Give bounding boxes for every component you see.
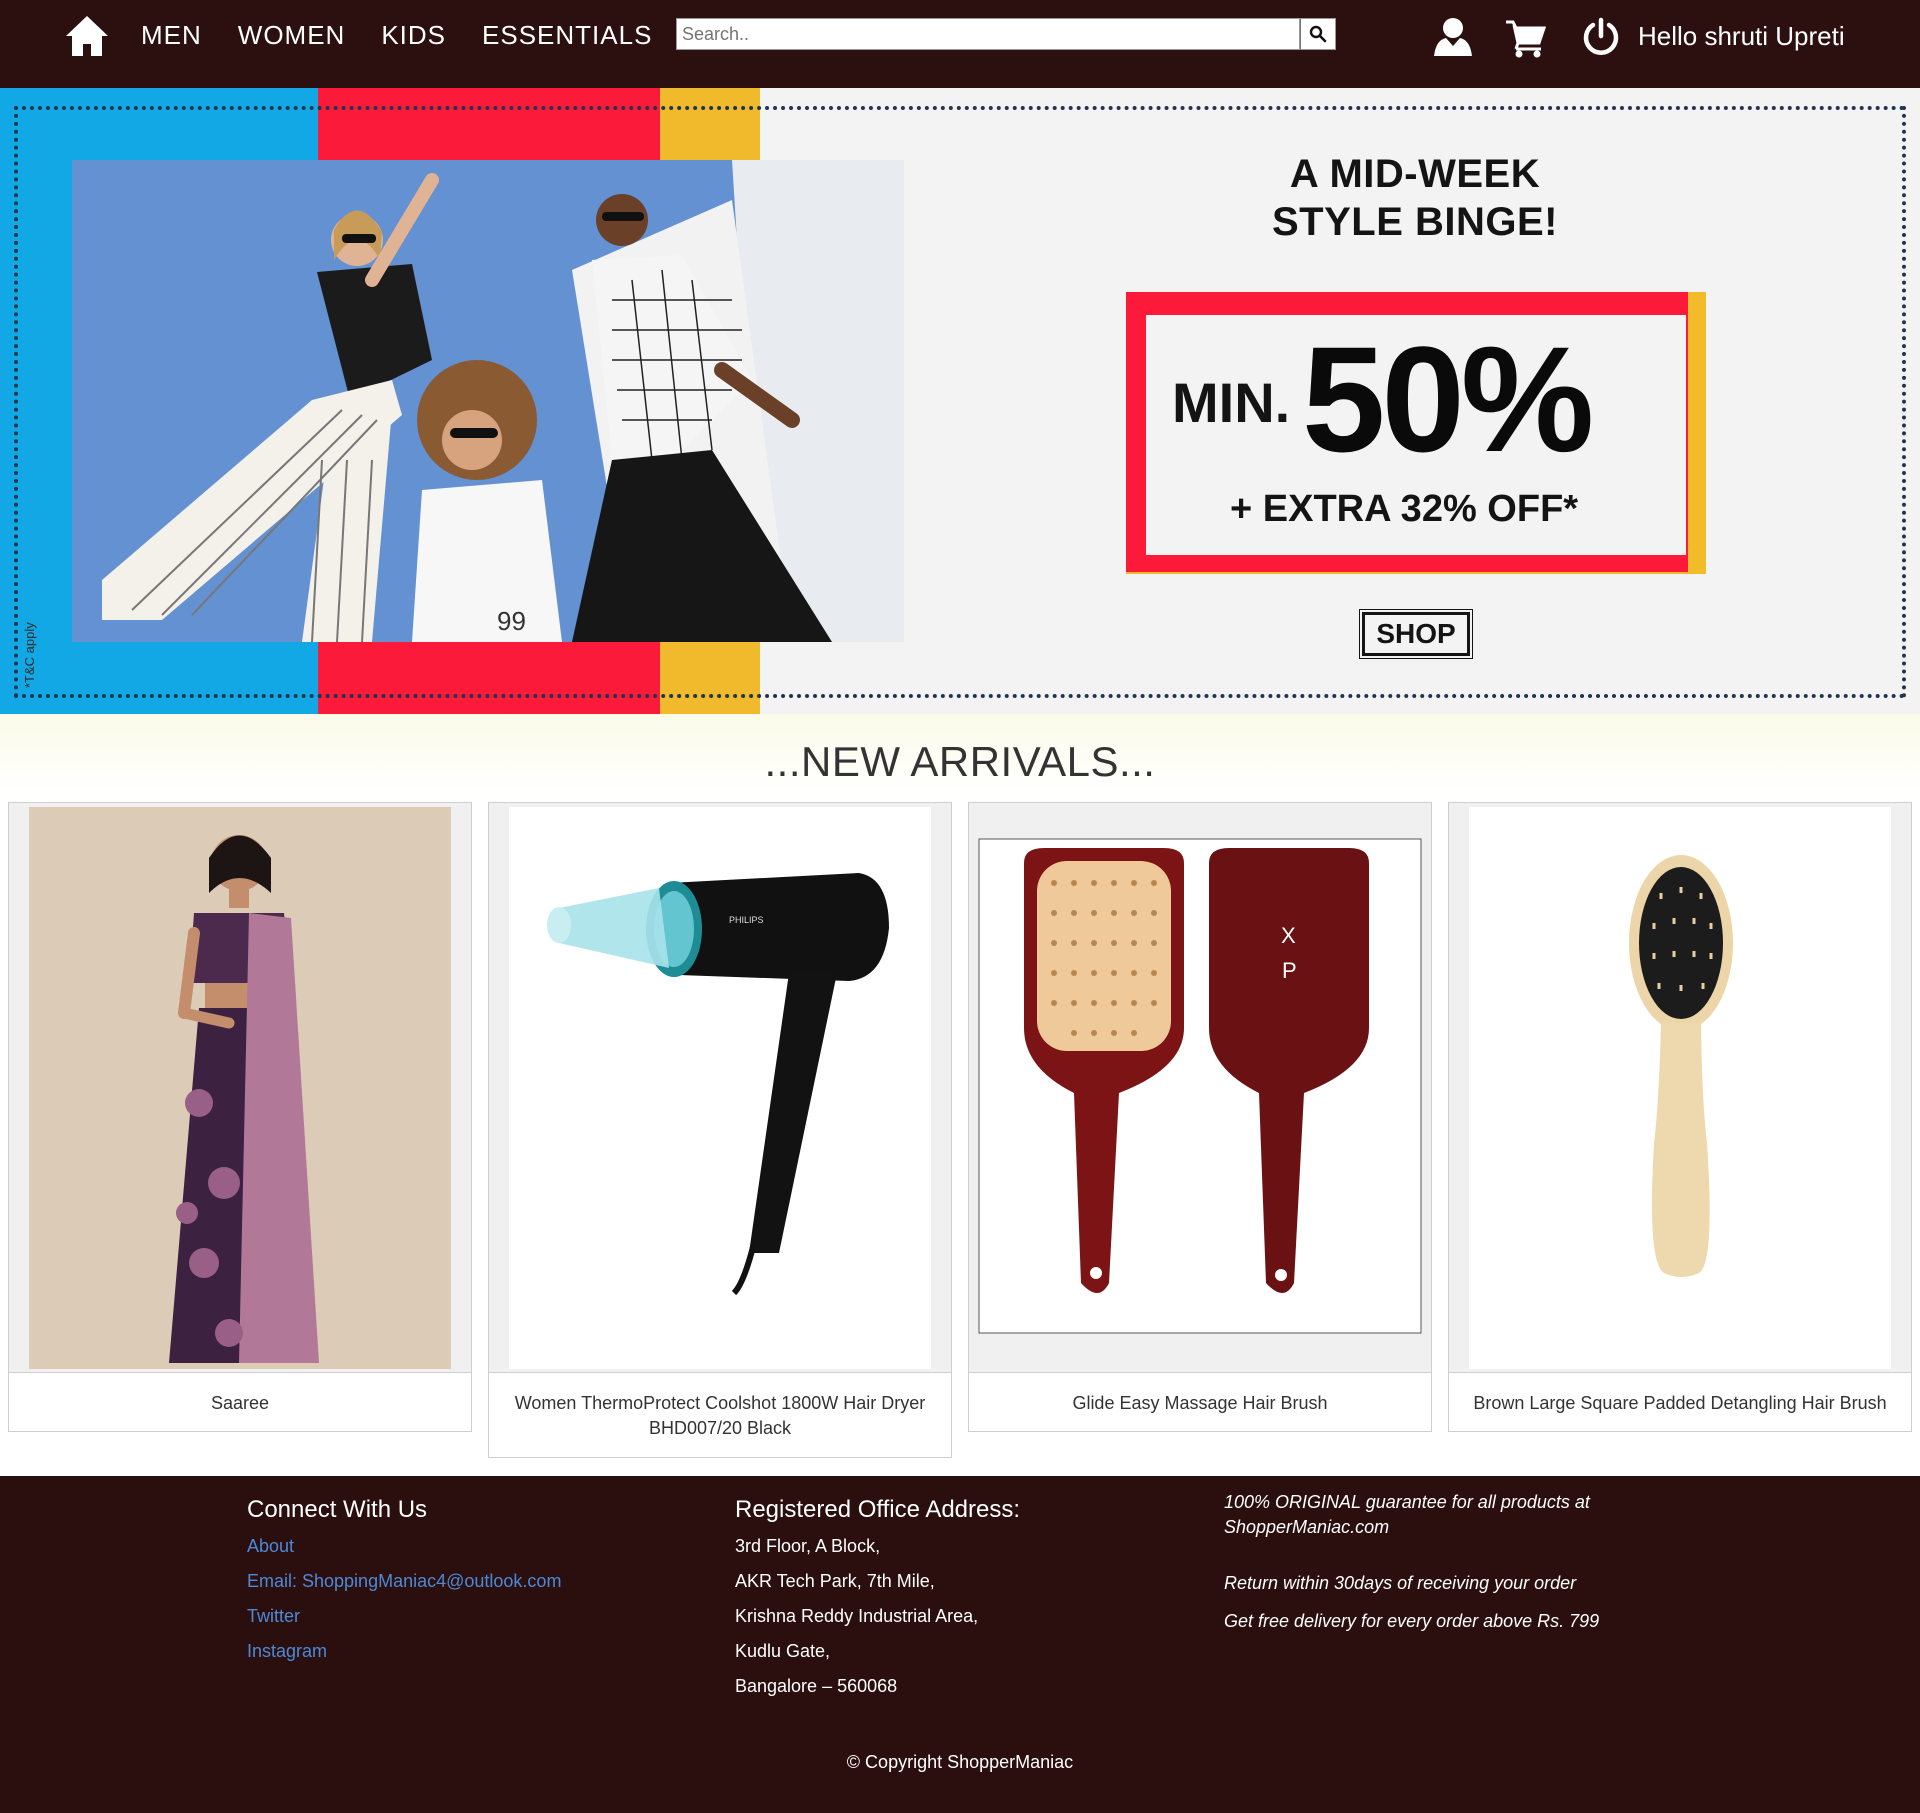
home-icon[interactable]	[64, 14, 110, 58]
guarantee-line-1: 100% ORIGINAL guarantee for all products…	[1224, 1492, 1590, 1512]
nav-essentials[interactable]: ESSENTIALS	[482, 20, 652, 51]
main-nav: MEN WOMEN KIDS ESSENTIALS	[141, 20, 652, 51]
product-card[interactable]: X P Glide Easy Massage Hair Brush	[968, 802, 1432, 1432]
address-line: Kudlu Gate,	[735, 1641, 831, 1661]
instagram-link[interactable]: Instagram	[247, 1641, 561, 1662]
banner-headline: A MID-WEEK STYLE BINGE!	[1230, 150, 1600, 246]
navbar: MEN WOMEN KIDS ESSENTIALS Search.. Hello…	[0, 0, 1920, 88]
nav-women[interactable]: WOMEN	[238, 20, 346, 51]
offer-min: MIN.	[1172, 371, 1291, 434]
offer-extra: + EXTRA 32% OFF*	[1230, 488, 1579, 530]
delivery-policy: Get free delivery for every order above …	[1224, 1611, 1600, 1631]
return-policy: Return within 30days of receiving your o…	[1224, 1573, 1577, 1593]
product-image-hair-dryer: PHILIPS	[489, 803, 951, 1373]
email-link[interactable]: Email: ShoppingManiac4@outlook.com	[247, 1571, 561, 1592]
copyright: © Copyright ShopperManiac	[846, 1752, 1074, 1772]
product-image-detangling-brush	[1449, 803, 1911, 1373]
tc-note: *T&C apply	[22, 622, 37, 688]
banner-model-photo: 99	[72, 160, 904, 642]
footer: Connect With Us About Email: ShoppingMan…	[0, 1476, 1920, 1813]
headline-line-1: A MID-WEEK	[1289, 152, 1541, 196]
user-icon[interactable]	[1432, 16, 1474, 58]
address-title: Registered Office Address:	[735, 1496, 1021, 1523]
product-card[interactable]: Saaree	[8, 802, 472, 1432]
footer-policies: 100% ORIGINAL guarantee for all products…	[1224, 1490, 1599, 1634]
search-icon	[1309, 25, 1327, 43]
address-line: 3rd Floor, A Block,	[735, 1536, 881, 1556]
svg-text:X: X	[1281, 923, 1296, 948]
nav-men[interactable]: MEN	[141, 20, 202, 51]
offer-percent: 50%	[1302, 315, 1594, 483]
product-name: Women ThermoProtect Coolshot 1800W Hair …	[514, 1393, 926, 1438]
product-name: Saaree	[210, 1393, 270, 1413]
headline-line-2: STYLE BINGE!	[1271, 200, 1559, 244]
nav-kids[interactable]: KIDS	[381, 20, 446, 51]
product-name: Brown Large Square Padded Detangling Hai…	[1473, 1393, 1887, 1413]
search-button[interactable]	[1300, 18, 1336, 50]
svg-text:99: 99	[497, 606, 526, 636]
search-input[interactable]	[676, 18, 1300, 50]
promo-banner[interactable]: 99 *T&C apply A MID-WEEK STYLE BINGE! MI…	[0, 88, 1920, 714]
footer-address: Registered Office Address: 3rd Floor, A …	[735, 1496, 1020, 1697]
search-bar	[676, 18, 1336, 50]
address-line: Bangalore – 560068	[735, 1676, 898, 1696]
product-image-massage-brush: X P	[969, 803, 1431, 1373]
user-greeting: Hello shruti Upreti	[1638, 21, 1845, 51]
svg-text:P: P	[1282, 958, 1297, 983]
power-icon[interactable]	[1581, 17, 1621, 57]
product-name: Glide Easy Massage Hair Brush	[1072, 1393, 1328, 1413]
shop-button[interactable]: SHOP	[1359, 609, 1473, 659]
product-card[interactable]: PHILIPS Women ThermoProtect Coolshot 180…	[488, 802, 952, 1458]
new-arrivals-title: ...NEW ARRIVALS...	[764, 738, 1156, 785]
address-line: Krishna Reddy Industrial Area,	[735, 1606, 979, 1626]
cart-icon[interactable]	[1504, 18, 1548, 58]
about-link[interactable]: About	[247, 1536, 561, 1557]
svg-text:PHILIPS: PHILIPS	[729, 915, 764, 925]
product-card[interactable]: Brown Large Square Padded Detangling Hai…	[1448, 802, 1912, 1432]
footer-connect: Connect With Us About Email: ShoppingMan…	[247, 1496, 561, 1662]
twitter-link[interactable]: Twitter	[247, 1606, 561, 1627]
product-image-saaree	[9, 803, 471, 1373]
guarantee-line-2: ShopperManiac.com	[1224, 1517, 1390, 1537]
address-line: AKR Tech Park, 7th Mile,	[735, 1571, 935, 1591]
connect-title: Connect With Us	[247, 1496, 428, 1523]
